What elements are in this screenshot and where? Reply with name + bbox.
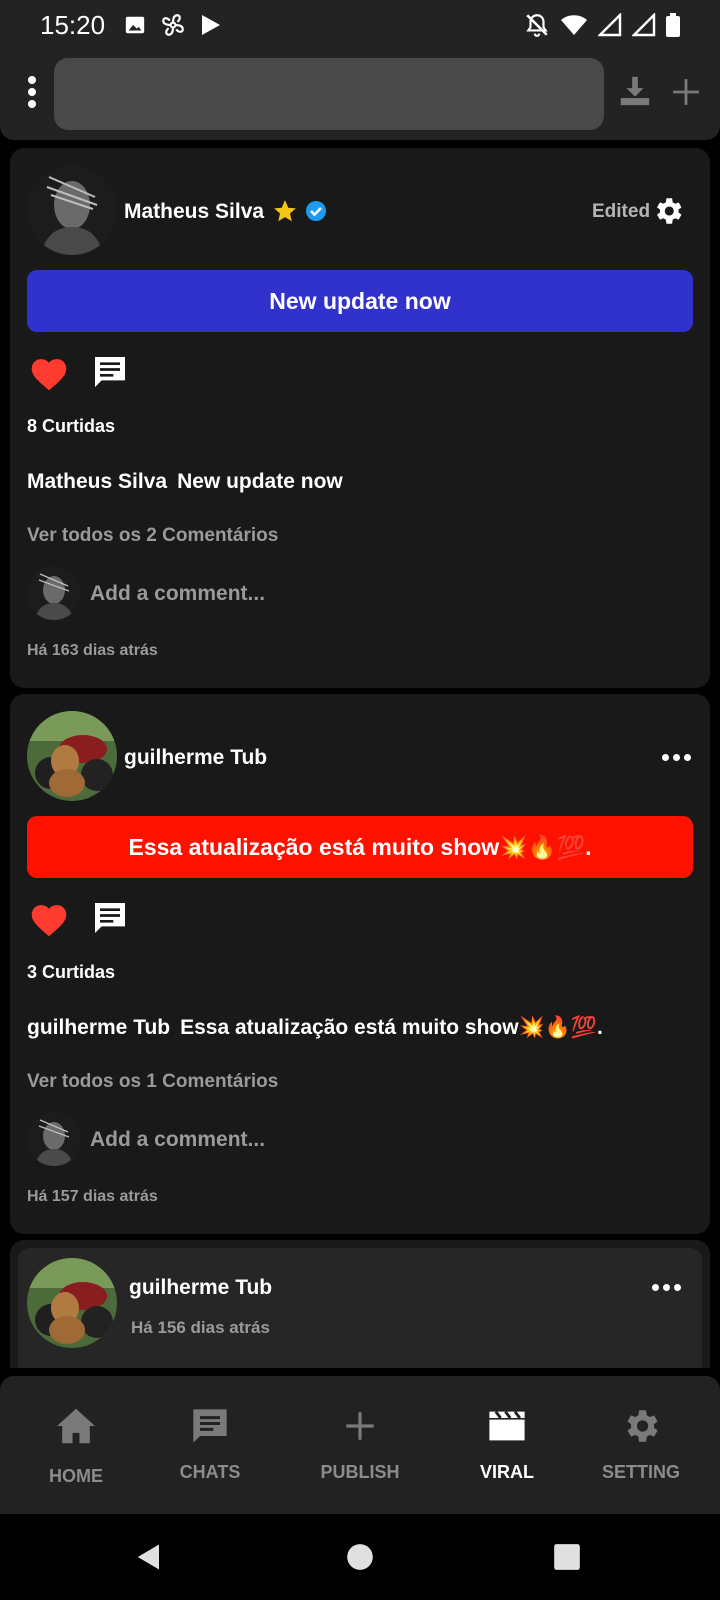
more-options-icon[interactable]: [652, 1284, 681, 1291]
author-name[interactable]: guilherme Tub: [129, 1276, 272, 1300]
heart-icon[interactable]: [28, 354, 70, 392]
author-name[interactable]: Matheus Silva: [124, 200, 264, 224]
home-icon: [57, 1408, 95, 1444]
likes-count[interactable]: 3 Curtidas: [27, 962, 115, 983]
system-navigation-bar: [0, 1514, 720, 1600]
status-time: 15:20: [40, 10, 106, 40]
current-user-avatar: [27, 1112, 81, 1166]
comment-icon[interactable]: [90, 898, 130, 938]
notifications-off-icon: [526, 14, 548, 37]
post-banner[interactable]: New update now: [27, 270, 693, 332]
status-bar: 15:20: [0, 0, 720, 50]
post-settings-gear-icon[interactable]: [651, 194, 685, 228]
comment-input[interactable]: Add a comment...: [90, 582, 265, 606]
post-timestamp: Há 156 dias atrás: [131, 1318, 270, 1337]
search-input[interactable]: [54, 58, 604, 130]
nav-viral-label: VIRAL: [480, 1462, 534, 1482]
caption-text: Essa atualização está muito show💥🔥💯.: [180, 1016, 603, 1039]
battery-icon: [666, 13, 680, 37]
author-avatar[interactable]: [27, 165, 117, 255]
caption-author[interactable]: Matheus Silva: [27, 470, 167, 493]
comment-icon[interactable]: [90, 352, 130, 392]
post-banner[interactable]: Essa atualização está muito show💥🔥💯.: [27, 816, 693, 878]
chat-icon: [193, 1409, 227, 1443]
more-options-icon[interactable]: [662, 754, 691, 761]
caption-text: New update now: [177, 470, 343, 493]
nav-publish-label: PUBLISH: [320, 1462, 400, 1482]
back-icon[interactable]: [134, 1542, 164, 1572]
post-card: guilherme Tub Há 156 dias atrás: [10, 1240, 710, 1368]
status-notification-icons: [124, 12, 222, 38]
recents-icon[interactable]: [553, 1543, 581, 1571]
nav-setting-label: SETTING: [601, 1462, 680, 1482]
verified-badge-icon: [306, 201, 326, 221]
plus-icon: [346, 1412, 374, 1440]
current-user-avatar: [27, 566, 81, 620]
wifi-icon: [561, 15, 587, 35]
post-card: Matheus Silva Edited New update now 8 Cu…: [10, 148, 710, 688]
play-notification-icon: [202, 15, 220, 35]
heart-icon[interactable]: [28, 900, 70, 938]
author-name[interactable]: guilherme Tub: [124, 746, 267, 770]
clapperboard-icon: [489, 1410, 525, 1441]
nav-chats-label: CHATS: [179, 1462, 241, 1482]
post-timestamp: Há 157 dias atrás: [27, 1188, 158, 1205]
edited-label: Edited: [592, 201, 651, 222]
nav-home-label: HOME: [49, 1466, 103, 1486]
status-system-icons: [524, 12, 680, 38]
signal-icon: [598, 13, 622, 37]
star-badge-icon: [274, 200, 296, 222]
nav-setting[interactable]: SETTING: [581, 1376, 701, 1514]
bottom-navigation: HOME CHATS PUBLISH VIRAL SETTING: [0, 1376, 720, 1514]
image-notification-icon: [125, 16, 145, 34]
likes-count[interactable]: 8 Curtidas: [27, 416, 115, 437]
view-all-comments-link[interactable]: Ver todos os 1 Comentários: [27, 1071, 278, 1093]
fan-notification-icon: [162, 14, 184, 36]
add-icon[interactable]: [672, 78, 700, 106]
author-avatar[interactable]: [27, 1258, 117, 1348]
nav-chats[interactable]: CHATS: [150, 1376, 270, 1514]
nav-home[interactable]: HOME: [16, 1376, 136, 1514]
post-caption: guilherme Tub Essa atualização está muito…: [27, 1016, 603, 1040]
viral-feed[interactable]: Matheus Silva Edited New update now 8 Cu…: [0, 140, 720, 1368]
post-card: guilherme Tub Essa atualização está muit…: [10, 694, 710, 1234]
view-all-comments-link[interactable]: Ver todos os 2 Comentários: [27, 525, 278, 547]
overflow-menu-icon[interactable]: [22, 72, 42, 112]
home-circle-icon[interactable]: [346, 1543, 374, 1571]
caption-author[interactable]: guilherme Tub: [27, 1016, 170, 1039]
post-caption: Matheus Silva New update now: [27, 470, 343, 494]
download-icon[interactable]: [618, 74, 652, 108]
author-avatar[interactable]: [27, 711, 117, 801]
post-header: guilherme Tub Há 156 dias atrás: [18, 1248, 702, 1368]
nav-viral[interactable]: VIRAL: [447, 1376, 567, 1514]
post-timestamp: Há 163 dias atrás: [27, 642, 158, 659]
top-bar: [0, 50, 720, 140]
signal-icon-secondary: [632, 13, 656, 37]
comment-input[interactable]: Add a comment...: [90, 1128, 265, 1152]
nav-publish[interactable]: PUBLISH: [300, 1376, 420, 1514]
gear-icon: [627, 1410, 658, 1442]
